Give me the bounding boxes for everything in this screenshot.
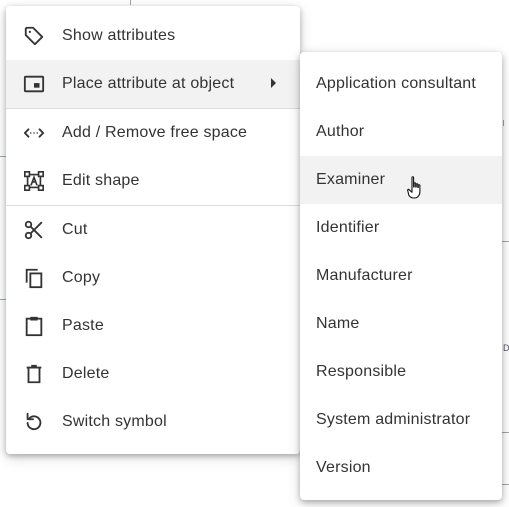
menu-item-show-attributes[interactable]: Show attributes — [6, 12, 300, 60]
rotate-ccw-icon — [22, 410, 46, 434]
submenu-item-label: Responsible — [316, 363, 407, 380]
diagram-line — [502, 484, 509, 485]
expand-horizontal-icon — [22, 121, 46, 145]
submenu-item-label: Name — [316, 315, 360, 332]
canvas: D Show attributes Place attribute at obj… — [0, 0, 509, 507]
menu-item-label: Edit shape — [62, 172, 140, 189]
submenu-item-label: Identifier — [316, 219, 380, 236]
menu-item-paste[interactable]: Paste — [6, 302, 300, 350]
menu-item-label: Copy — [62, 269, 101, 286]
tag-icon — [22, 24, 46, 48]
menu-item-label: Delete — [62, 365, 110, 382]
menu-item-add-remove-free-space[interactable]: Add / Remove free space — [6, 109, 300, 157]
submenu-item-author[interactable]: Author — [300, 108, 502, 156]
menu-item-label: Paste — [62, 317, 104, 334]
submenu-item-label: Version — [316, 459, 371, 476]
menu-item-label: Place attribute at object — [62, 75, 235, 92]
menu-item-label: Add / Remove free space — [62, 124, 248, 141]
menu-item-label: Switch symbol — [62, 413, 167, 430]
menu-item-label: Cut — [62, 221, 88, 238]
submenu-arrow-icon — [271, 78, 276, 88]
submenu-item-version[interactable]: Version — [300, 444, 502, 492]
submenu-item-identifier[interactable]: Identifier — [300, 204, 502, 252]
edit-shape-icon — [22, 169, 46, 193]
submenu-item-label: Author — [316, 123, 365, 140]
submenu-item-label: System administrator — [316, 411, 471, 428]
submenu-item-name[interactable]: Name — [300, 300, 502, 348]
submenu-item-system-administrator[interactable]: System administrator — [300, 396, 502, 444]
clipboard-icon — [22, 314, 46, 338]
menu-item-cut[interactable]: Cut — [6, 206, 300, 254]
submenu-item-label: Examiner — [316, 171, 386, 188]
menu-item-copy[interactable]: Copy — [6, 254, 300, 302]
scissors-icon — [22, 218, 46, 242]
menu-item-place-attribute[interactable]: Place attribute at object — [6, 60, 300, 108]
menu-item-label: Show attributes — [62, 27, 176, 44]
attribute-submenu: Application consultant Author Examiner I… — [300, 52, 502, 500]
hand-pointer-cursor-icon — [407, 176, 421, 199]
diagram-line — [502, 241, 509, 242]
copy-icon — [22, 266, 46, 290]
diagram-line — [503, 120, 504, 126]
menu-item-edit-shape[interactable]: Edit shape — [6, 157, 300, 205]
menu-item-switch-symbol[interactable]: Switch symbol — [6, 398, 300, 446]
diagram-line — [502, 432, 509, 433]
picture-in-picture-icon — [22, 72, 46, 96]
diagram-line — [130, 0, 131, 5]
submenu-item-manufacturer[interactable]: Manufacturer — [300, 252, 502, 300]
submenu-item-label: Manufacturer — [316, 267, 413, 284]
trash-icon — [22, 362, 46, 386]
submenu-item-examiner[interactable]: Examiner — [300, 156, 502, 204]
diagram-text-fragment: D — [503, 343, 509, 353]
menu-item-delete[interactable]: Delete — [6, 350, 300, 398]
context-menu: Show attributes Place attribute at objec… — [6, 6, 300, 454]
submenu-item-label: Application consultant — [316, 75, 477, 92]
submenu-item-responsible[interactable]: Responsible — [300, 348, 502, 396]
submenu-item-application-consultant[interactable]: Application consultant — [300, 60, 502, 108]
